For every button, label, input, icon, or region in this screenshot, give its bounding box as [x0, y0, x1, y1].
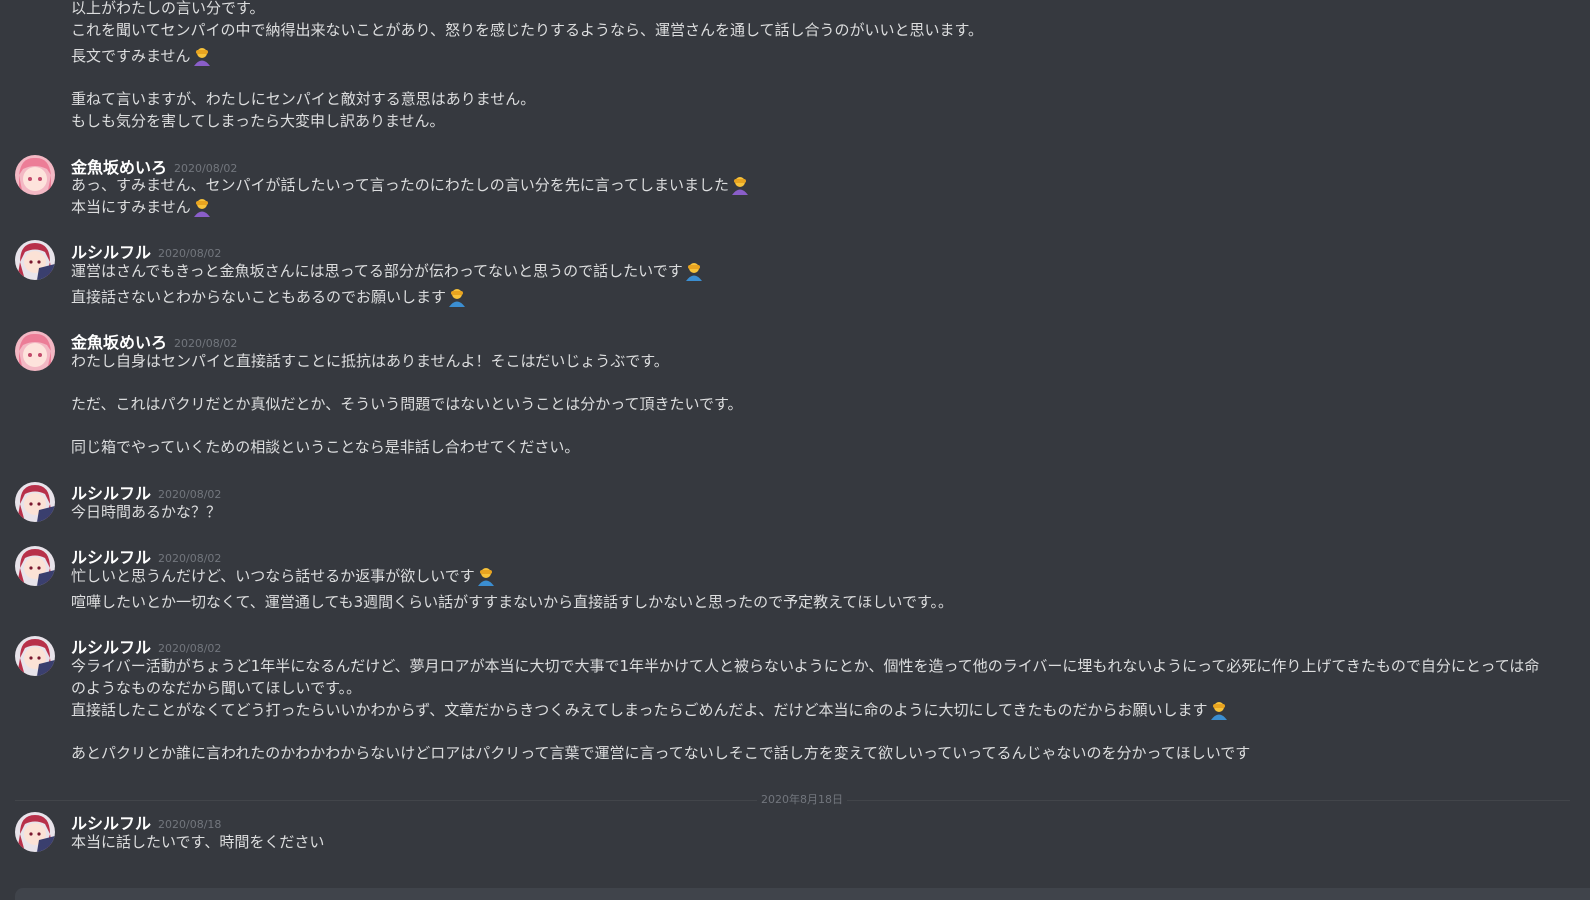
avatar[interactable] — [15, 546, 55, 586]
message-text: 喧嘩したいとか一切なくて、運営通しても3週間くらい話がすすまないから直接話すしか… — [71, 593, 953, 611]
message-text: 重ねて言いますが、わたしにセンパイと敵対する意思はありません。 — [71, 90, 536, 108]
avatar[interactable] — [15, 155, 55, 195]
message-text-with-emoji: 忙しいと思うんだけど、いつなら話せるか返事が欲しいです — [71, 565, 1541, 587]
message-text: 直接話したことがなくてどう打ったらいいかわからず、文章だからきつくみえてしまった… — [71, 701, 1208, 719]
message-text-with-emoji: 直接話さないとわからないこともあるのでお願いします — [71, 286, 1541, 308]
date-divider-label: 2020年8月18日 — [757, 793, 847, 807]
message-text: 運営はさんでもきっと金魚坂さんには思ってる部分が伝わってないと思うので話したいで… — [71, 262, 683, 280]
message-header: ルシルフル 2020/08/18 — [71, 810, 221, 833]
timestamp[interactable]: 2020/08/02 — [174, 337, 237, 350]
red-hair-avatar-icon — [15, 546, 55, 586]
message-header: ルシルフル 2020/08/02 — [71, 480, 221, 503]
avatar[interactable] — [15, 482, 55, 522]
message-text: あっ、すみません、センパイが話したいって言ったのにわたしの言い分を先に言ってしま… — [71, 176, 730, 194]
message-text: あとパクリとか誰に言われたのかわかわからないけどロアはパクリって言葉で運営に言っ… — [71, 744, 1251, 762]
pink-hair-avatar-icon — [15, 155, 55, 195]
person-bowing-emoji[interactable] — [476, 566, 496, 586]
timestamp[interactable]: 2020/08/02 — [158, 552, 221, 565]
avatar[interactable] — [15, 636, 55, 676]
timestamp[interactable]: 2020/08/02 — [158, 247, 221, 260]
pink-hair-avatar-icon — [15, 331, 55, 371]
message-text: 同じ箱でやっていくための相談ということなら是非話し合わせてください。 — [71, 438, 580, 456]
person-bowing-emoji[interactable] — [684, 261, 704, 281]
person-bowing-emoji[interactable] — [447, 287, 467, 307]
message-text: これを聞いてセンパイの中で納得出来ないことがあり、怒りを感じたりするようなら、運… — [71, 21, 984, 39]
person-bowing-emoji[interactable] — [192, 197, 212, 217]
message-text-with-emoji: 長文ですみません — [71, 45, 1541, 67]
red-hair-avatar-icon — [15, 482, 55, 522]
person-bowing-emoji[interactable] — [730, 175, 750, 195]
chat-messages-pane: 以上がわたしの言い分です。 これを聞いてセンパイの中で納得出来ないことがあり、怒… — [0, 0, 1590, 900]
timestamp[interactable]: 2020/08/18 — [158, 818, 221, 831]
timestamp[interactable]: 2020/08/02 — [158, 488, 221, 501]
message-header: ルシルフル 2020/08/02 — [71, 634, 221, 657]
message-header: 金魚坂めいろ 2020/08/02 — [71, 154, 237, 177]
message-text: もしも気分を害してしまったら大変申し訳ありません。 — [71, 112, 445, 130]
person-bowing-emoji[interactable] — [192, 46, 212, 66]
red-hair-avatar-icon — [15, 636, 55, 676]
message-text: 忙しいと思うんだけど、いつなら話せるか返事が欲しいです — [71, 567, 475, 585]
avatar[interactable] — [15, 812, 55, 852]
person-bowing-emoji[interactable] — [1209, 700, 1229, 720]
message-text-with-emoji: 直接話したことがなくてどう打ったらいいかわからず、文章だからきつくみえてしまった… — [71, 699, 1541, 721]
message-header: ルシルフル 2020/08/02 — [71, 544, 221, 567]
message-text: 今日時間あるかな？？ — [71, 503, 222, 521]
avatar[interactable] — [15, 331, 55, 371]
message-text: 本当に話したいです、時間をください — [71, 833, 325, 851]
avatar[interactable] — [15, 240, 55, 280]
message-text: 以上がわたしの言い分です。 — [71, 0, 265, 17]
message-text: わたし自身はセンパイと直接話すことに抵抗はありませんよ！そこはだいじょうぶです。 — [71, 352, 669, 370]
message-text-with-emoji: 運営はさんでもきっと金魚坂さんには思ってる部分が伝わってないと思うので話したいで… — [71, 260, 1541, 282]
message-header: 金魚坂めいろ 2020/08/02 — [71, 329, 237, 352]
message-text: 今ライバー活動がちょうど1年半になるんだけど、夢月ロアが本当に大切で大事で1年半… — [71, 657, 1540, 697]
message-text: 本当にすみません — [71, 198, 191, 216]
message-text: 長文ですみません — [71, 47, 191, 65]
message-header: ルシルフル 2020/08/02 — [71, 239, 221, 262]
red-hair-avatar-icon — [15, 812, 55, 852]
message-text-with-emoji: あっ、すみません、センパイが話したいって言ったのにわたしの言い分を先に言ってしま… — [71, 174, 1541, 196]
message-text: 直接話さないとわからないこともあるのでお願いします — [71, 288, 447, 306]
red-hair-avatar-icon — [15, 240, 55, 280]
timestamp[interactable]: 2020/08/02 — [158, 642, 221, 655]
message-composer[interactable] — [15, 888, 1590, 900]
message-text-with-emoji: 本当にすみません — [71, 196, 1541, 218]
message-text: ただ、これはパクリだとか真似だとか、そういう問題ではないということは分かって頂き… — [71, 395, 743, 413]
